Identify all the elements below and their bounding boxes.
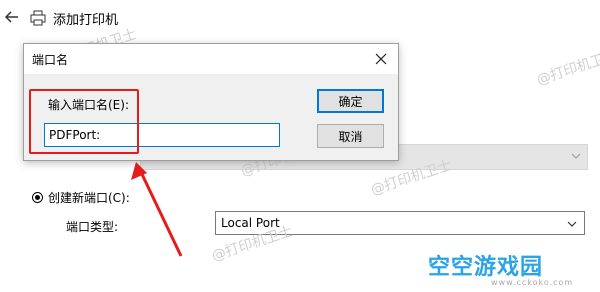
- chevron-down-icon: [571, 153, 581, 159]
- watermark: @打印机卫士: [534, 47, 600, 89]
- port-type-label: 端口类型:: [66, 220, 119, 234]
- create-new-port-option[interactable]: 创建新端口(C):: [32, 188, 130, 206]
- chevron-down-icon: [567, 221, 577, 227]
- create-new-port-label: 创建新端口(C):: [48, 190, 130, 205]
- wizard-title: 添加打印机: [53, 13, 119, 28]
- dialog-titlebar: 端口名: [24, 44, 398, 74]
- ok-button[interactable]: 确定: [317, 89, 384, 113]
- site-logo: 空空游戏园: [428, 249, 543, 281]
- printer-icon: [30, 10, 46, 26]
- create-new-port-radio[interactable]: [32, 191, 43, 203]
- cancel-button[interactable]: 取消: [317, 124, 384, 148]
- logo-url: www.cckoko.com: [491, 278, 574, 287]
- dialog-title: 端口名: [32, 53, 69, 67]
- back-arrow-icon[interactable]: [4, 9, 20, 25]
- wizard-header: 添加打印机: [0, 0, 600, 36]
- highlight-box: [29, 89, 139, 154]
- logo-text: 空空游戏园: [428, 255, 544, 280]
- close-icon[interactable]: [372, 50, 390, 68]
